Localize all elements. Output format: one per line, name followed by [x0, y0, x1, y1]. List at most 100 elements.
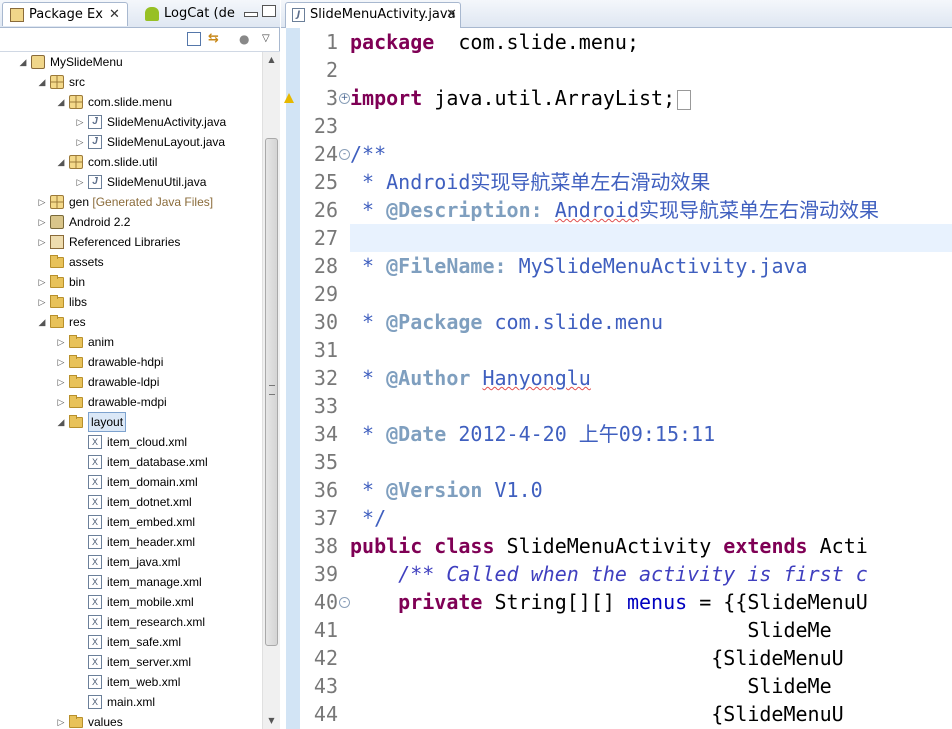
- folded-region-icon[interactable]: [677, 89, 692, 110]
- code-line[interactable]: {SlideMenuU: [350, 700, 952, 728]
- collapsed-arrow-icon[interactable]: ▷: [37, 272, 47, 292]
- code-line[interactable]: /** Called when the activity is first c: [350, 560, 952, 588]
- tree-item[interactable]: Xitem_manage.xml: [0, 572, 262, 592]
- tree-item[interactable]: Xitem_java.xml: [0, 552, 262, 572]
- code-line[interactable]: public class SlideMenuActivity extends A…: [350, 532, 952, 560]
- tree-item[interactable]: ▷ bin: [0, 272, 262, 292]
- code-line[interactable]: [350, 336, 952, 364]
- tree-item[interactable]: ▷ drawable-hdpi: [0, 352, 262, 372]
- collapsed-arrow-icon[interactable]: ▷: [56, 712, 66, 729]
- collapsed-arrow-icon[interactable]: ▷: [75, 112, 85, 132]
- collapse-all-icon[interactable]: [187, 32, 201, 46]
- tree-item[interactable]: Xitem_domain.xml: [0, 472, 262, 492]
- code-line[interactable]: * @Date 2012-4-20 上午09:15:11: [350, 420, 952, 448]
- collapsed-arrow-icon[interactable]: ▷: [56, 372, 66, 392]
- tree-item[interactable]: ▷ libs: [0, 292, 262, 312]
- tree-item[interactable]: Xitem_research.xml: [0, 612, 262, 632]
- tree-item[interactable]: assets: [0, 252, 262, 272]
- warning-icon[interactable]: [284, 93, 294, 103]
- tree-item[interactable]: Xmain.xml: [0, 692, 262, 712]
- code-line[interactable]: SlideMe: [350, 672, 952, 700]
- tree-item[interactable]: Xitem_cloud.xml: [0, 432, 262, 452]
- tab-logcat[interactable]: LogCat (de: [138, 2, 238, 26]
- package-icon: [69, 155, 83, 169]
- tree-item[interactable]: ▷ gen [Generated Java Files]: [0, 192, 262, 212]
- tab-slide-menu-activity[interactable]: J SlideMenuActivity.java ✕: [285, 2, 461, 28]
- code-line[interactable]: {SlideMenuU: [350, 644, 952, 672]
- collapsed-arrow-icon[interactable]: ▷: [37, 212, 47, 232]
- code-line[interactable]: [350, 392, 952, 420]
- tree-item[interactable]: ▷ J SlideMenuUtil.java: [0, 172, 262, 192]
- tree-scrollbar[interactable]: ▲ ▼: [262, 52, 280, 729]
- expanded-arrow-icon[interactable]: ◢: [18, 52, 28, 72]
- code-line[interactable]: [350, 280, 952, 308]
- code-line[interactable]: * @Author Hanyonglu: [350, 364, 952, 392]
- expanded-arrow-icon[interactable]: ◢: [37, 72, 47, 92]
- tree-item[interactable]: Xitem_dotnet.xml: [0, 492, 262, 512]
- tree-item[interactable]: ▷ J SlideMenuActivity.java: [0, 112, 262, 132]
- code-area[interactable]: package com.slide.menu; import java.util.…: [350, 28, 952, 729]
- code-line[interactable]: SlideMe: [350, 616, 952, 644]
- tree-item[interactable]: Xitem_mobile.xml: [0, 592, 262, 612]
- collapsed-arrow-icon[interactable]: ▷: [37, 232, 47, 252]
- tree-item[interactable]: ▷ J SlideMenuLayout.java: [0, 132, 262, 152]
- expand-fold-icon[interactable]: +: [339, 93, 350, 104]
- code-line[interactable]: * @Description: Android实现导航菜单左右滑动效果: [350, 196, 952, 224]
- view-menu-icon[interactable]: ●: [239, 32, 253, 46]
- expanded-arrow-icon[interactable]: ◢: [56, 152, 66, 172]
- collapsed-arrow-icon[interactable]: ▷: [37, 292, 47, 312]
- code-line[interactable]: */: [350, 504, 952, 532]
- tree-item[interactable]: ▷ Referenced Libraries: [0, 232, 262, 252]
- expanded-arrow-icon[interactable]: ◢: [37, 312, 47, 332]
- code-line[interactable]: package com.slide.menu;: [350, 28, 952, 56]
- code-line[interactable]: private String[][] menus = {{SlideMenuU: [350, 588, 952, 616]
- code-line[interactable]: [350, 56, 952, 84]
- code-line[interactable]: * @Version V1.0: [350, 476, 952, 504]
- collapsed-arrow-icon[interactable]: ▷: [75, 172, 85, 192]
- tree-item[interactable]: ▷ values: [0, 712, 262, 729]
- code-line[interactable]: [350, 224, 952, 252]
- collapse-fold-icon[interactable]: -: [339, 597, 350, 608]
- link-with-editor-icon[interactable]: ⇆: [208, 32, 222, 46]
- collapsed-arrow-icon[interactable]: ▷: [75, 132, 85, 152]
- tree-item[interactable]: ◢ layout: [0, 412, 262, 432]
- tab-package-explorer[interactable]: Package Ex ✕: [2, 2, 128, 26]
- tree-item[interactable]: ◢ res: [0, 312, 262, 332]
- maximize-icon[interactable]: [262, 5, 276, 17]
- tree-item[interactable]: Xitem_database.xml: [0, 452, 262, 472]
- scroll-down-icon[interactable]: ▼: [263, 713, 280, 729]
- tree-item[interactable]: Xitem_web.xml: [0, 672, 262, 692]
- collapsed-arrow-icon[interactable]: ▷: [56, 392, 66, 412]
- close-icon[interactable]: ✕: [109, 3, 120, 26]
- tree-item[interactable]: Xitem_header.xml: [0, 532, 262, 552]
- tree-item[interactable]: ▷ Android 2.2: [0, 212, 262, 232]
- tree-item[interactable]: ◢ com.slide.menu: [0, 92, 262, 112]
- tree-item[interactable]: Xitem_embed.xml: [0, 512, 262, 532]
- expanded-arrow-icon[interactable]: ◢: [56, 412, 66, 432]
- tree-item[interactable]: ▷ drawable-mdpi: [0, 392, 262, 412]
- collapsed-arrow-icon[interactable]: ▷: [56, 332, 66, 352]
- scroll-thumb[interactable]: [265, 138, 278, 646]
- close-icon[interactable]: ✕: [446, 3, 457, 27]
- code-line[interactable]: * @FileName: MySlideMenuActivity.java: [350, 252, 952, 280]
- tree-item[interactable]: ◢ src: [0, 72, 262, 92]
- collapsed-arrow-icon[interactable]: ▷: [56, 352, 66, 372]
- tree-item[interactable]: Xitem_server.xml: [0, 652, 262, 672]
- tree-item[interactable]: ◢ com.slide.util: [0, 152, 262, 172]
- minimize-icon[interactable]: [244, 12, 258, 17]
- code-line[interactable]: [350, 448, 952, 476]
- code-line[interactable]: /**: [350, 140, 952, 168]
- scroll-up-icon[interactable]: ▲: [263, 52, 280, 68]
- code-line[interactable]: [350, 112, 952, 140]
- tree-item[interactable]: ▷ drawable-ldpi: [0, 372, 262, 392]
- code-line[interactable]: * Android实现导航菜单左右滑动效果: [350, 168, 952, 196]
- collapse-fold-icon[interactable]: -: [339, 149, 350, 160]
- code-line[interactable]: import java.util.ArrayList;: [350, 84, 952, 112]
- tree-item[interactable]: ▷ anim: [0, 332, 262, 352]
- collapsed-arrow-icon[interactable]: ▷: [37, 192, 47, 212]
- view-dropdown-icon[interactable]: ▽: [262, 32, 276, 46]
- tree-item[interactable]: ◢ MySlideMenu: [0, 52, 262, 72]
- code-line[interactable]: * @Package com.slide.menu: [350, 308, 952, 336]
- expanded-arrow-icon[interactable]: ◢: [56, 92, 66, 112]
- tree-item[interactable]: Xitem_safe.xml: [0, 632, 262, 652]
